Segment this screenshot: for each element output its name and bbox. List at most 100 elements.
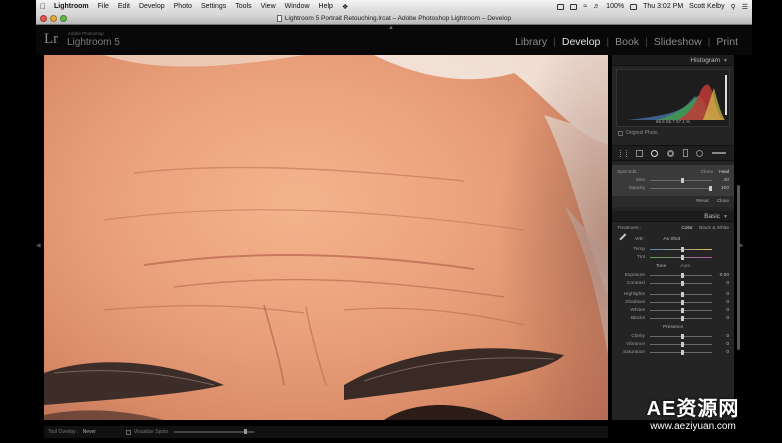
clone-option[interactable]: Clone: [701, 170, 714, 175]
contrast-slider[interactable]: [650, 280, 712, 286]
menu-view[interactable]: View: [261, 3, 276, 10]
size-label: Size: [635, 177, 645, 183]
close-button[interactable]: Close: [717, 199, 729, 204]
window-title: Lightroom 5 Portrait Retouching.lrcat – …: [284, 15, 512, 22]
basic-header[interactable]: Basic ▼: [612, 211, 734, 222]
status-icon[interactable]: [570, 3, 578, 10]
blacks-value[interactable]: 0: [717, 316, 729, 321]
visualize-spots-slider[interactable]: [174, 429, 255, 434]
menubar-clock[interactable]: Thu 3:02 PM: [643, 3, 683, 10]
original-photo-row[interactable]: Original Photo: [612, 127, 734, 139]
highlights-value[interactable]: 0: [717, 292, 729, 297]
script-icon[interactable]: ❖: [342, 3, 348, 11]
opacity-slider[interactable]: [650, 185, 712, 191]
menu-settings[interactable]: Settings: [201, 3, 226, 10]
reset-button[interactable]: Reset: [696, 199, 709, 204]
vibrance-label: Vibrance: [626, 341, 645, 347]
panel-scrollbar[interactable]: [737, 185, 740, 350]
saturation-value[interactable]: 0: [717, 350, 729, 355]
temp-slider[interactable]: [650, 246, 712, 252]
visualize-spots-checkbox[interactable]: [125, 429, 131, 435]
clarity-value[interactable]: 0: [717, 334, 729, 339]
apple-menu-icon[interactable]: : [40, 2, 46, 11]
tint-slider[interactable]: [650, 254, 712, 260]
menu-edit[interactable]: Edit: [118, 3, 130, 10]
heal-option[interactable]: Heal: [719, 170, 729, 175]
saturation-slider[interactable]: [650, 349, 712, 355]
radial-filter-icon[interactable]: [696, 149, 704, 157]
spot-removal-icon[interactable]: [651, 149, 659, 157]
volume-icon[interactable]: ♬: [593, 3, 600, 10]
treatment-bw[interactable]: Black & White: [699, 226, 729, 231]
exposure-slider[interactable]: [650, 272, 712, 278]
wb-select[interactable]: As Shot: [663, 237, 680, 242]
module-book[interactable]: Book: [615, 36, 639, 48]
module-slideshow[interactable]: Slideshow: [654, 36, 702, 48]
size-value[interactable]: 40: [717, 178, 729, 183]
tone-label: Tone: [655, 264, 667, 269]
app-menu[interactable]: Lightroom: [54, 3, 89, 10]
minimize-window-button[interactable]: [50, 15, 57, 22]
grid-icon[interactable]: [620, 149, 627, 157]
auto-tone-button[interactable]: Auto: [680, 264, 690, 269]
histogram-header[interactable]: Histogram ▼: [612, 55, 734, 66]
shadows-value[interactable]: 0: [717, 300, 729, 305]
watermark-url: www.aeziyuan.com: [650, 421, 736, 432]
original-photo-checkbox[interactable]: [618, 130, 623, 136]
clarity-slider[interactable]: [650, 333, 712, 339]
wifi-icon[interactable]: ≈: [583, 3, 587, 10]
treatment-label: Treatment :: [617, 226, 642, 231]
wb-eyedropper-icon[interactable]: [619, 233, 631, 245]
red-eye-icon[interactable]: [666, 149, 674, 157]
window-titlebar: Lightroom 5 Portrait Retouching.lrcat – …: [36, 13, 752, 25]
status-icon[interactable]: [557, 3, 565, 10]
battery-percent[interactable]: 100%: [606, 3, 624, 10]
contrast-value[interactable]: 0: [717, 281, 729, 286]
original-photo-label: Original Photo: [626, 130, 658, 136]
battery-icon[interactable]: [630, 3, 638, 10]
size-slider[interactable]: [650, 177, 712, 183]
vibrance-slider[interactable]: [650, 341, 712, 347]
menu-tools[interactable]: Tools: [235, 3, 251, 10]
module-library[interactable]: Library: [515, 36, 547, 48]
crop-tool-icon[interactable]: [635, 149, 643, 157]
identity-bar: Lr Adobe Photoshop Lightroom 5 Library |…: [36, 25, 752, 55]
shadows-slider[interactable]: [650, 299, 712, 305]
photo-canvas[interactable]: [44, 55, 608, 420]
menu-file[interactable]: File: [98, 3, 109, 10]
menu-help[interactable]: Help: [319, 3, 333, 10]
window-controls: [40, 15, 70, 22]
tool-overlay-select[interactable]: Never: [83, 429, 96, 435]
highlights-slider[interactable]: [650, 291, 712, 297]
top-panel-toggle-icon[interactable]: ▲: [388, 25, 394, 31]
visualize-spots-label: Visualize Spots: [133, 429, 169, 435]
graduated-filter-icon[interactable]: [682, 149, 688, 157]
menubar-user[interactable]: Scott Kelby: [689, 3, 724, 10]
opacity-value[interactable]: 100: [717, 186, 729, 191]
left-panel-toggle-icon[interactable]: ◀: [36, 242, 41, 249]
histogram[interactable]: 66.5 55.7 57.1 %: [616, 69, 730, 127]
menu-develop[interactable]: Develop: [139, 3, 165, 10]
watermark: AE资源网 www.aeziyuan.com: [618, 392, 768, 432]
temp-label: Temp: [633, 246, 645, 252]
shadows-label: Shadows: [625, 299, 645, 305]
module-develop[interactable]: Develop: [562, 36, 601, 48]
vibrance-value[interactable]: 0: [717, 342, 729, 347]
zoom-window-button[interactable]: [60, 15, 67, 22]
exposure-value[interactable]: 0.00: [717, 273, 729, 278]
menu-window[interactable]: Window: [285, 3, 310, 10]
whites-value[interactable]: 0: [717, 308, 729, 313]
spot-actions: Reset Close: [612, 196, 734, 207]
menu-photo[interactable]: Photo: [174, 3, 192, 10]
treatment-color[interactable]: Color: [681, 226, 692, 231]
module-print[interactable]: Print: [716, 36, 738, 48]
histogram-readout: 66.5 55.7 57.1 %: [655, 119, 691, 124]
spotlight-icon[interactable]: ⚲: [731, 3, 736, 11]
mac-menubar:  Lightroom File Edit Develop Photo Sett…: [36, 0, 752, 13]
opacity-label: Opacity: [628, 185, 645, 191]
adjustment-brush-icon[interactable]: [711, 152, 726, 154]
whites-slider[interactable]: [650, 307, 712, 313]
close-window-button[interactable]: [40, 15, 47, 22]
blacks-slider[interactable]: [650, 315, 712, 321]
notification-icon[interactable]: ☰: [742, 3, 748, 11]
